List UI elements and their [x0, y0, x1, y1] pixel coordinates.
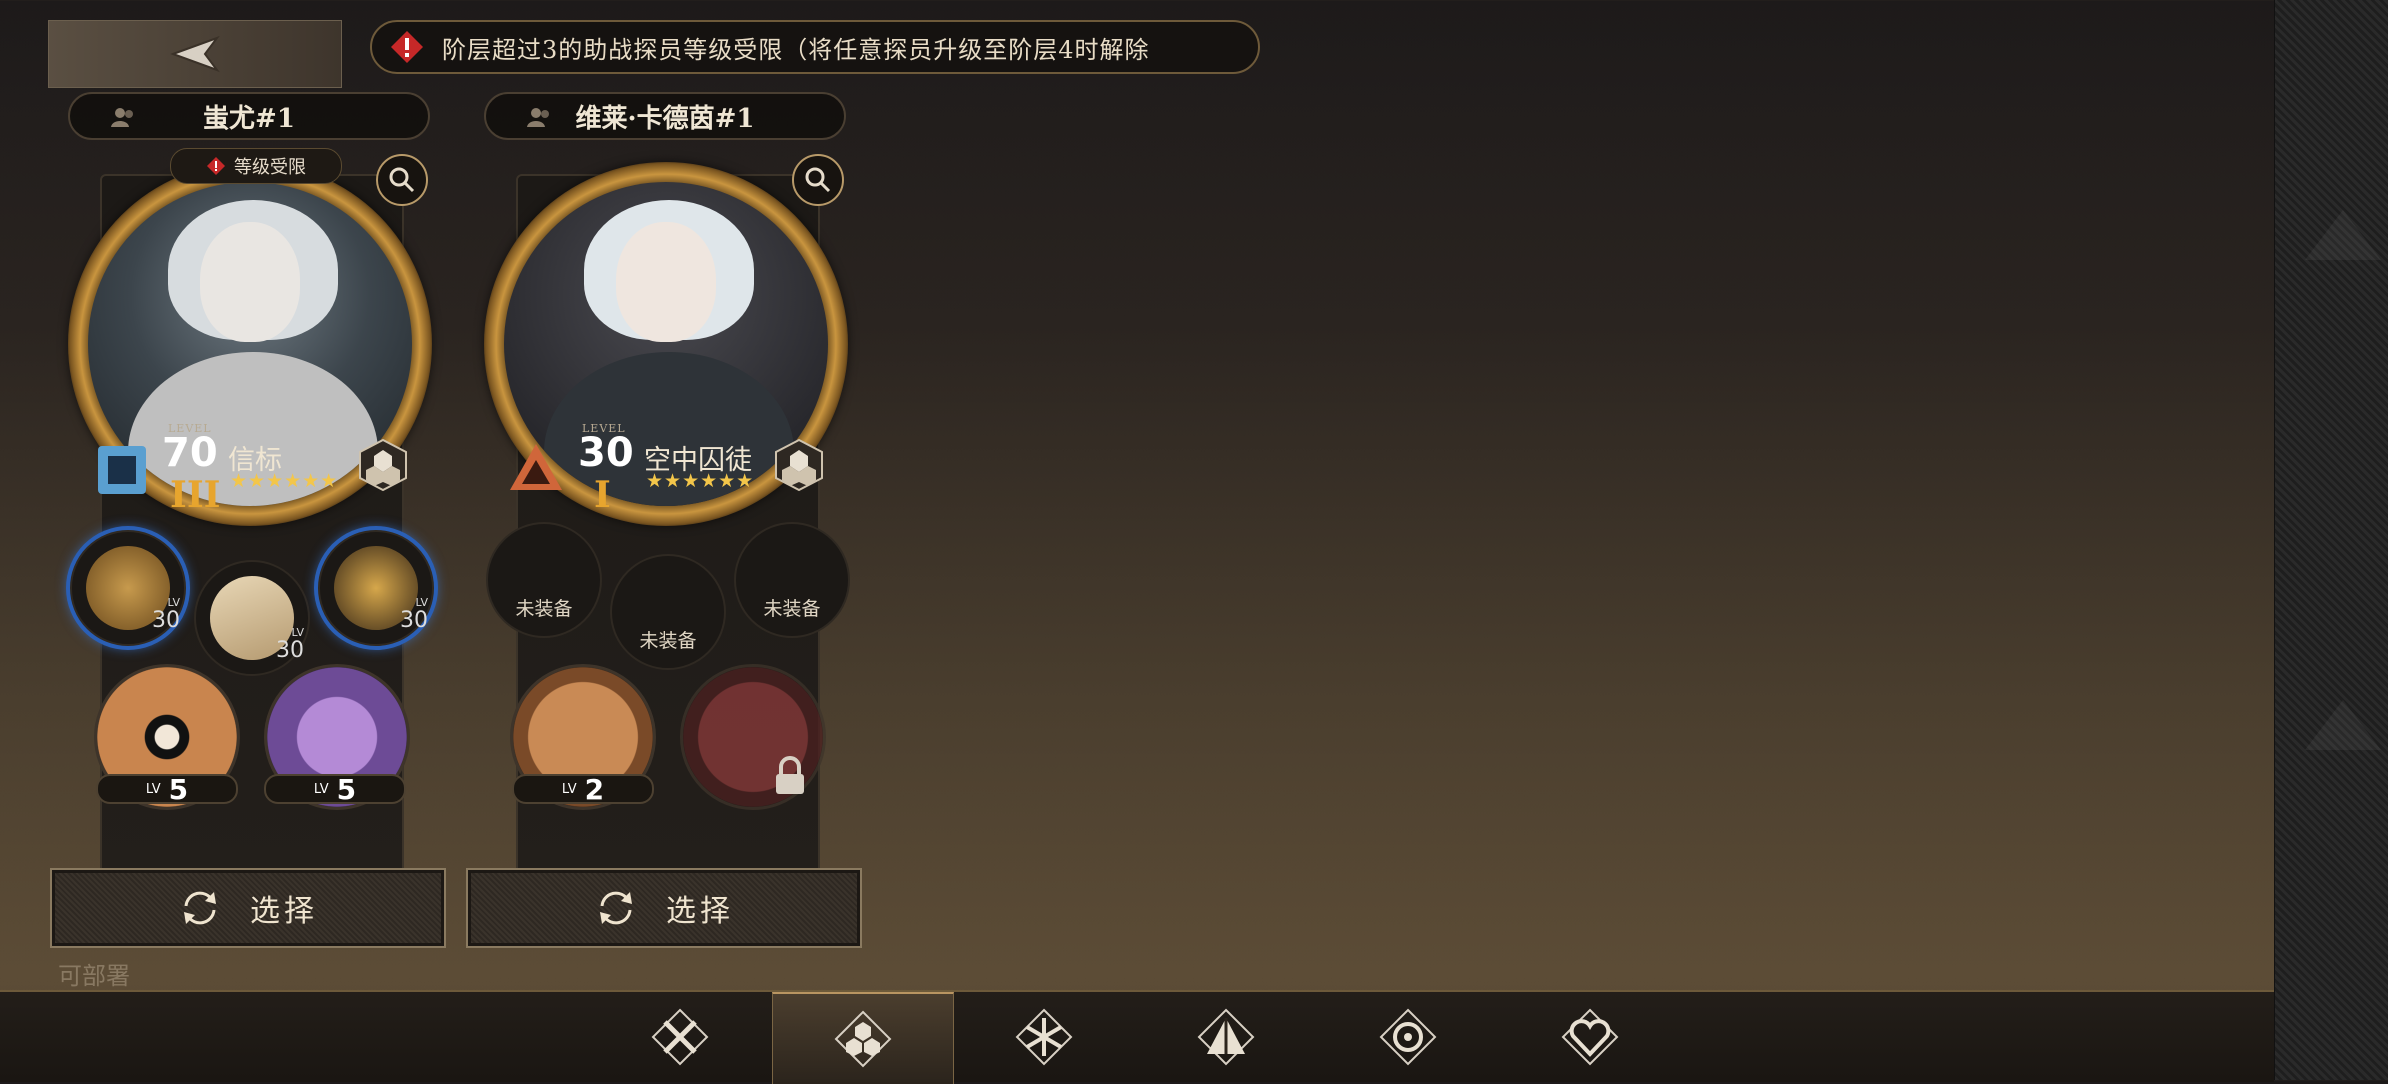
tab-swords[interactable]: [590, 992, 770, 1082]
gear-slot[interactable]: LV 30: [70, 530, 186, 646]
bottom-nav: [0, 990, 2274, 1084]
deployable-label: 可部署: [58, 962, 130, 990]
swords-icon: [651, 1008, 709, 1066]
gear-level: LV 30: [152, 596, 180, 633]
empty-gear-label: 未装备: [515, 598, 573, 620]
select-label: 选择: [250, 894, 318, 929]
warning-text: 阶层超过3的助战探员等级受限（将任意探员升级至阶层4时解除: [442, 35, 1150, 64]
user-icon: [527, 108, 549, 127]
gear-slot-empty[interactable]: 未装备: [486, 522, 602, 638]
tab-pyramid[interactable]: [1136, 992, 1316, 1082]
side-panel-edge: [2274, 0, 2388, 1080]
agent-name: 蚩尤#1: [203, 103, 295, 134]
agent-level: 70: [162, 430, 218, 476]
search-icon: [805, 167, 831, 193]
hexagon-cluster-icon: [834, 1010, 892, 1068]
swap-icon: [184, 891, 216, 925]
gear-level: LV 30: [400, 596, 428, 633]
gear-slot-empty[interactable]: 未装备: [610, 554, 726, 670]
character-face: [200, 222, 300, 342]
star-rating: ★★★★★★: [646, 470, 755, 492]
swap-icon: [600, 891, 632, 925]
agent-level: 30: [578, 430, 634, 476]
empty-gear-label: 未装备: [639, 630, 697, 652]
tab-hexagon[interactable]: [772, 992, 954, 1084]
select-button[interactable]: 选择: [466, 868, 862, 948]
empty-gear-label: 未装备: [763, 598, 821, 620]
back-arrow-icon: [170, 35, 220, 73]
level-limit-badge: 等级受限: [170, 148, 342, 184]
triangle-class-icon: [510, 444, 562, 490]
skill-level-badge: LV 5: [264, 773, 406, 806]
target-icon: [1379, 1008, 1437, 1066]
select-button[interactable]: 选择: [50, 868, 446, 948]
rank-numeral: I: [594, 474, 611, 516]
select-label: 选择: [666, 894, 734, 929]
agent-card-2: 维莱·卡德茵#1 LEVEL 30 I 空中囚徒 ★★★★★★ 未装备 未装备 …: [466, 92, 866, 952]
user-icon: [111, 108, 133, 127]
lock-icon: [776, 756, 804, 794]
back-button[interactable]: [48, 20, 342, 88]
star-rating: ★★★★★★: [230, 470, 339, 492]
heart-icon: [1561, 1008, 1619, 1066]
limit-badge-text: 等级受限: [234, 157, 306, 178]
gear-slot[interactable]: LV 30: [194, 560, 310, 676]
decor-triangle: [2305, 210, 2381, 260]
gear-level: LV 30: [276, 626, 304, 663]
card-name-bar: 蚩尤#1: [68, 92, 430, 140]
decor-triangle: [2305, 700, 2381, 750]
card-name-bar: 维莱·卡德茵#1: [484, 92, 846, 140]
pyramid-icon: [1197, 1008, 1255, 1066]
skill-level-badge: LV 2: [512, 773, 654, 806]
search-icon: [389, 167, 415, 193]
warning-banner: 阶层超过3的助战探员等级受限（将任意探员升级至阶层4时解除: [370, 20, 1260, 74]
gear-slot[interactable]: LV 30: [318, 530, 434, 646]
snowflake-icon: [1015, 1008, 1073, 1066]
warning-icon: [207, 157, 225, 175]
skill-level-badge: LV 5: [96, 773, 238, 806]
agent-card-1: 蚩尤#1 等级受限 LEVEL 70 III 信标 ★★★★★★ LV 30 LV…: [50, 92, 450, 952]
character-face: [616, 222, 716, 342]
hexagon-cluster-icon: [775, 438, 823, 492]
tab-target[interactable]: [1318, 992, 1498, 1082]
inspect-button[interactable]: [792, 154, 844, 206]
inspect-button[interactable]: [376, 154, 428, 206]
square-class-icon: [98, 446, 146, 494]
agent-name: 维莱·卡德茵#1: [575, 103, 755, 134]
warning-icon: [390, 30, 424, 64]
rank-numeral: III: [170, 474, 221, 516]
hexagon-cluster-icon: [359, 438, 407, 492]
tab-snowflake[interactable]: [954, 992, 1134, 1082]
tab-heart[interactable]: [1500, 992, 1680, 1082]
gear-slot-empty[interactable]: 未装备: [734, 522, 850, 638]
